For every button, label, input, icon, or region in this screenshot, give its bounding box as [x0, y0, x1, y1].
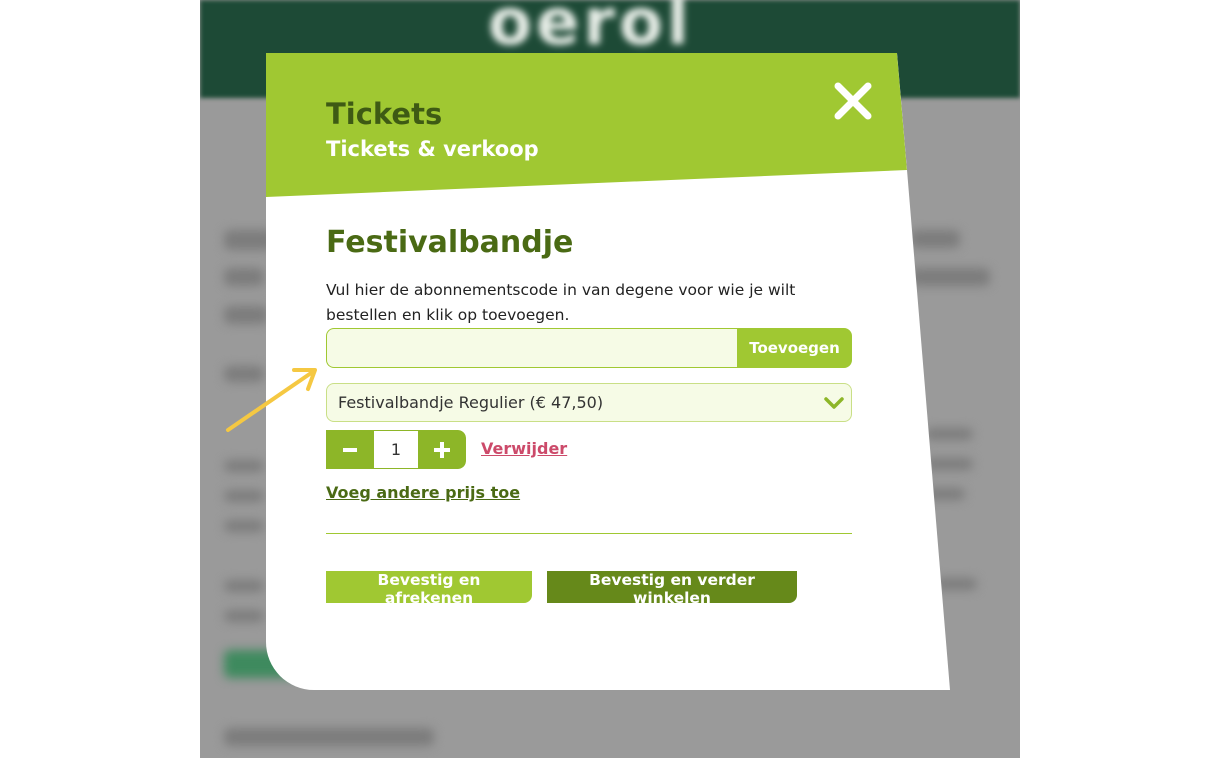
- background-text-block: [224, 580, 264, 592]
- remove-link[interactable]: Verwijder: [481, 439, 567, 458]
- background-text-block: [910, 230, 960, 248]
- minus-icon: [343, 447, 357, 452]
- plus-icon: [434, 441, 450, 458]
- confirm-and-continue-shopping-button[interactable]: Bevestig en verder winkelen: [547, 571, 797, 607]
- modal-header: Tickets Tickets & verkoop: [266, 53, 907, 197]
- decrease-quantity-button[interactable]: [326, 430, 374, 469]
- annotation-arrow-icon: [226, 368, 317, 432]
- background-text-block: [925, 428, 973, 440]
- close-icon: [834, 82, 872, 120]
- section-title: Festivalbandje: [326, 225, 574, 260]
- divider: [326, 533, 852, 534]
- tickets-modal: Tickets Tickets & verkoop Festivalbandje…: [266, 53, 950, 690]
- modal-title: Tickets: [326, 97, 443, 131]
- modal-subtitle: Tickets & verkoop: [326, 137, 539, 161]
- background-text-block: [224, 460, 264, 472]
- confirm-and-checkout-button[interactable]: Bevestig en afrekenen: [326, 571, 532, 607]
- subscription-code-row: Toevoegen: [326, 328, 852, 368]
- background-text-block: [224, 610, 264, 622]
- background-text-block: [925, 458, 973, 470]
- chevron-down-icon: [824, 396, 844, 409]
- quantity-value[interactable]: 1: [374, 430, 418, 469]
- background-text-block: [224, 268, 264, 286]
- background-text-block: [910, 268, 990, 286]
- price-select[interactable]: Festivalbandje Regulier (€ 47,50): [326, 383, 852, 422]
- background-text-block: [224, 728, 434, 746]
- quantity-stepper: 1: [326, 430, 466, 469]
- background-text-block: [224, 306, 268, 324]
- increase-quantity-button[interactable]: [418, 430, 466, 469]
- background-logo: oerol: [488, 0, 693, 60]
- background-text-block: [224, 520, 264, 532]
- add-other-price-link[interactable]: Voeg andere prijs toe: [326, 483, 520, 502]
- add-button[interactable]: Toevoegen: [737, 328, 852, 368]
- subscription-code-input[interactable]: [326, 328, 737, 368]
- close-button[interactable]: [832, 80, 874, 122]
- price-select-value: Festivalbandje Regulier (€ 47,50): [338, 393, 604, 412]
- instruction-text: Vul hier de abonnementscode in van degen…: [326, 281, 796, 324]
- background-text-block: [224, 490, 264, 502]
